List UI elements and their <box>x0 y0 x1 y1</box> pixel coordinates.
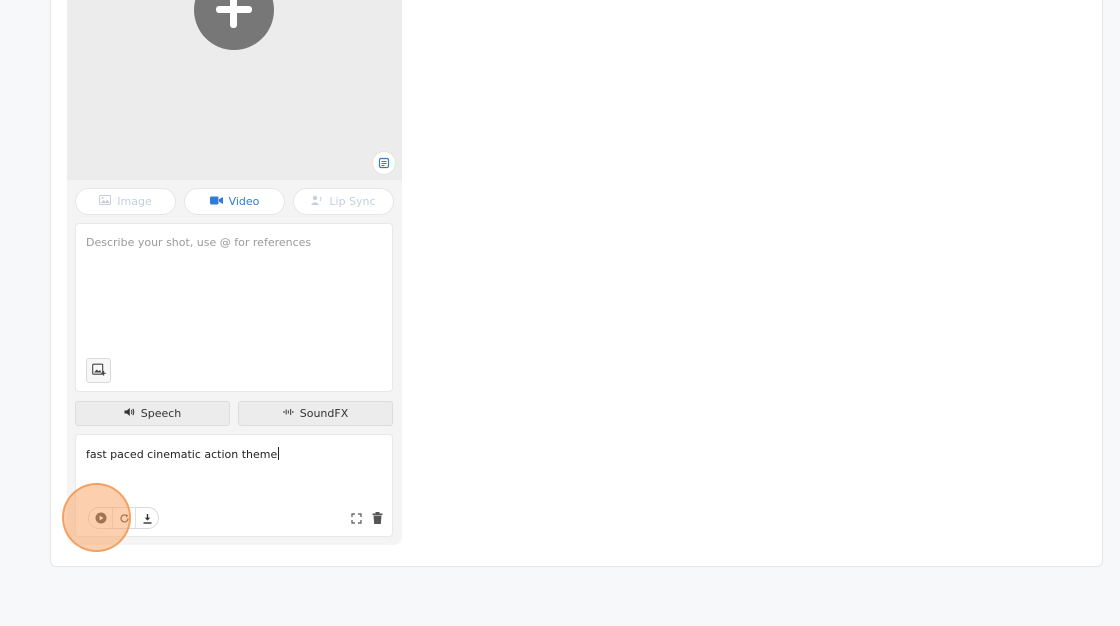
tab-image[interactable]: Image <box>75 188 176 215</box>
shot-card: Image Video Lip Sync Describe your shot,… <box>67 0 402 545</box>
notes-icon <box>378 154 390 173</box>
notes-button[interactable] <box>372 151 396 175</box>
fullscreen-icon <box>350 509 362 528</box>
tab-speech-label: Speech <box>140 407 182 420</box>
shot-preview-area <box>67 0 402 180</box>
tab-lip-sync-label: Lip Sync <box>329 195 376 208</box>
play-button[interactable] <box>89 508 112 528</box>
lip-sync-icon <box>311 195 323 208</box>
music-prompt-text: fast paced cinematic action theme <box>86 448 278 461</box>
video-camera-icon <box>209 195 223 208</box>
add-media-button[interactable] <box>194 0 274 50</box>
image-icon <box>99 195 112 208</box>
prompt-placeholder: Describe your shot, use @ for references <box>86 236 312 249</box>
waveform-icon <box>283 407 294 420</box>
play-icon <box>95 509 107 528</box>
refresh-icon <box>119 509 130 528</box>
tab-video-label: Video <box>228 195 260 208</box>
tab-soundfx[interactable]: SoundFX <box>238 401 393 426</box>
fullscreen-button[interactable] <box>349 511 363 525</box>
download-icon <box>142 509 153 528</box>
download-button[interactable] <box>135 508 158 528</box>
tab-lip-sync[interactable]: Lip Sync <box>293 188 394 215</box>
playback-controls <box>88 507 159 529</box>
tab-video[interactable]: Video <box>184 188 285 215</box>
tab-soundfx-label: SoundFX <box>299 407 349 420</box>
add-reference-image-button[interactable] <box>86 358 111 383</box>
trash-icon <box>372 509 383 528</box>
text-caret <box>278 447 280 460</box>
speaker-icon <box>124 407 135 420</box>
tab-image-label: Image <box>117 195 152 208</box>
delete-button[interactable] <box>370 511 384 525</box>
music-prompt-textarea[interactable]: fast paced cinematic action theme <box>75 434 393 537</box>
shot-prompt-textarea[interactable]: Describe your shot, use @ for references <box>75 223 393 392</box>
add-image-icon <box>91 361 106 380</box>
tab-speech[interactable]: Speech <box>75 401 230 426</box>
regenerate-button[interactable] <box>112 508 135 528</box>
